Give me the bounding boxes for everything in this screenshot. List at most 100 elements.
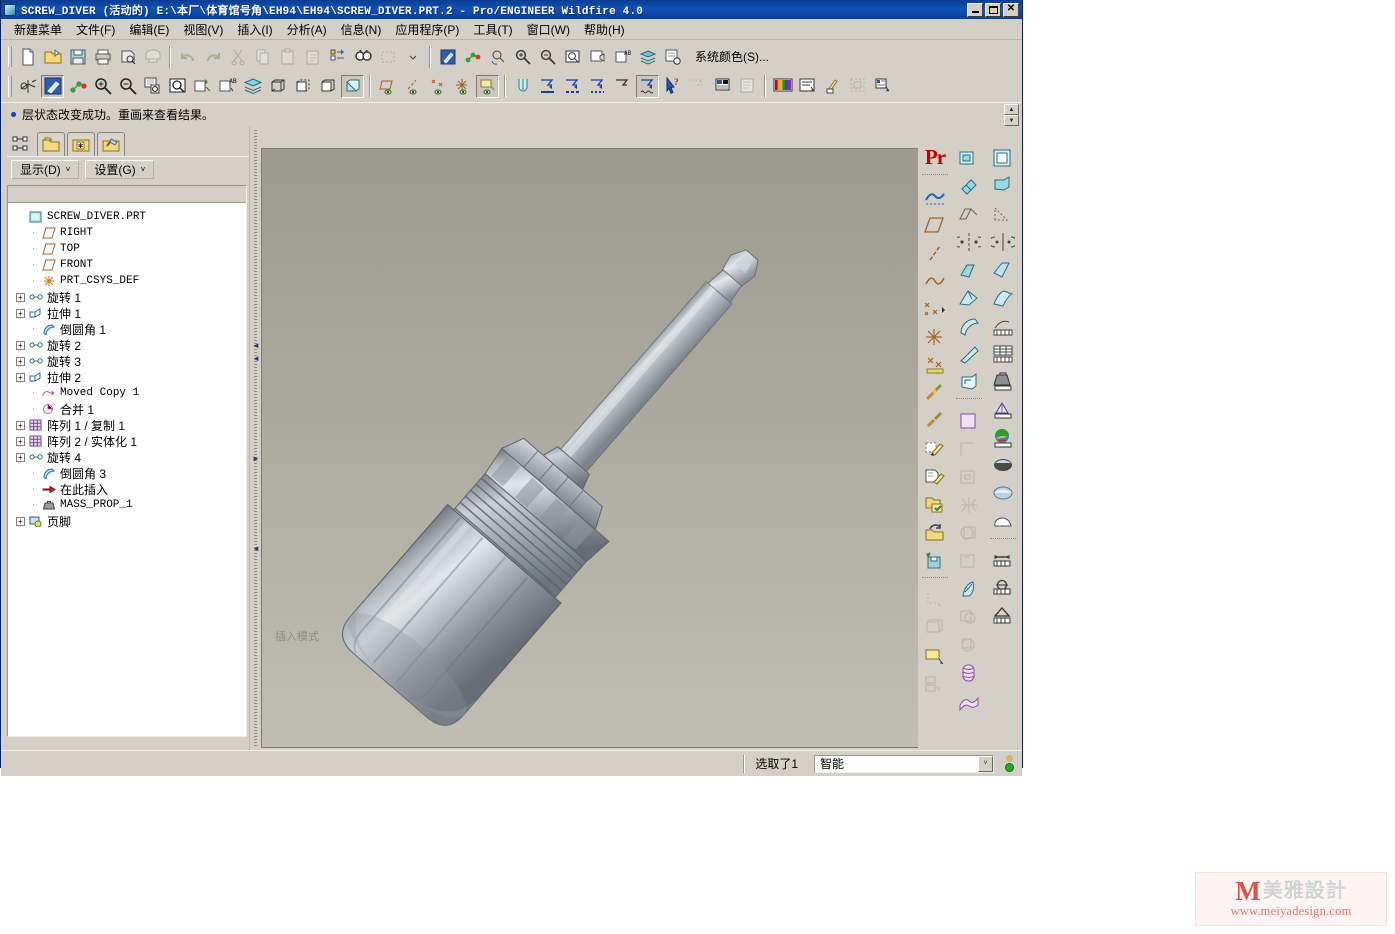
hole-icon[interactable] <box>990 144 1017 171</box>
datum-point-icon[interactable] <box>922 295 949 322</box>
swept-blend-icon[interactable] <box>956 284 983 311</box>
tree-item-extrude-1[interactable]: + 拉伸 1 <box>16 305 246 321</box>
paint-edit-icon[interactable] <box>922 435 949 462</box>
zoom-in-icon[interactable] <box>511 45 534 68</box>
pattern-icon[interactable] <box>956 491 983 518</box>
corner-icon[interactable] <box>922 586 949 613</box>
tree-item-revolve-2[interactable]: + 旋转 2 <box>16 337 246 353</box>
layer-table-icon[interactable] <box>990 340 1017 367</box>
chevron-down-icon[interactable]: ˅ <box>978 756 993 772</box>
datum-plane-icon[interactable] <box>922 211 949 238</box>
revolve-icon[interactable] <box>956 172 983 199</box>
rib-icon[interactable] <box>956 407 983 434</box>
solidify-icon[interactable] <box>956 463 983 490</box>
tree-item-top[interactable]: · TOP <box>16 241 246 257</box>
tree-item-front[interactable]: · FRONT <box>16 257 246 273</box>
expander[interactable]: + <box>16 293 25 302</box>
variable-section-sweep-icon[interactable] <box>956 687 983 714</box>
tree-item-footer[interactable]: + 页脚 <box>16 513 246 529</box>
trim-icon[interactable] <box>956 547 983 574</box>
datum-point-display-icon[interactable] <box>426 75 449 98</box>
expander[interactable]: + <box>16 517 25 526</box>
shadow-icon[interactable] <box>990 452 1017 479</box>
message-scroll-up[interactable]: ▲ <box>1004 104 1019 115</box>
note-dot-icon[interactable] <box>561 75 584 98</box>
model-tree-list-box[interactable]: SCREW_DIVER.PRT · RIGHT · TOP <box>7 185 247 737</box>
paste-icon[interactable] <box>276 45 299 68</box>
tree-item-revolve-3[interactable]: + 旋转 3 <box>16 353 246 369</box>
connections-tab[interactable] <box>97 132 125 156</box>
helical-sweep-icon[interactable] <box>956 659 983 686</box>
section-icon[interactable] <box>990 396 1017 423</box>
sweep-icon[interactable] <box>956 200 983 227</box>
expander[interactable]: + <box>16 453 25 462</box>
chamfer-icon[interactable] <box>956 340 983 367</box>
note-dash-icon[interactable] <box>586 75 609 98</box>
tree-item-insert-here[interactable]: · 在此插入 <box>16 481 246 497</box>
menu-insert[interactable]: 插入(I) <box>230 19 279 40</box>
drawing-sheet-icon[interactable] <box>796 75 819 98</box>
expander[interactable]: + <box>16 309 25 318</box>
expander[interactable]: + <box>16 421 25 430</box>
expander[interactable]: + <box>16 437 25 446</box>
tree-item-merge-1[interactable]: · 合并 1 <box>16 401 246 417</box>
link-icon[interactable] <box>922 407 949 434</box>
menu-tools[interactable]: 工具(T) <box>466 19 519 40</box>
menu-file[interactable]: 文件(F) <box>69 19 122 40</box>
paste-special-icon[interactable] <box>301 45 324 68</box>
toolbar-grip[interactable] <box>8 76 12 97</box>
note-plain-icon[interactable] <box>611 75 634 98</box>
print-preview-icon[interactable] <box>116 45 139 68</box>
toolbar-grip[interactable] <box>8 46 12 67</box>
tree-item-extrude-2[interactable]: + 拉伸 2 <box>16 369 246 385</box>
datum-point-offset-icon[interactable] <box>922 323 949 350</box>
refit-icon[interactable] <box>141 75 164 98</box>
expander[interactable]: + <box>16 357 25 366</box>
view-window-icon[interactable] <box>166 75 189 98</box>
selection-filter-dropdown[interactable]: 智能 ˅ <box>814 755 994 773</box>
new-file-icon[interactable] <box>16 45 39 68</box>
model-tree-tab[interactable] <box>7 132 35 156</box>
layers-icon[interactable] <box>636 45 659 68</box>
sheet-edit-icon[interactable] <box>922 463 949 490</box>
annotation-icon[interactable]: AB <box>611 45 634 68</box>
cloud-icon[interactable] <box>990 508 1017 535</box>
tree-item-round-1[interactable]: · 倒圆角 1 <box>16 321 246 337</box>
measure-icon[interactable] <box>922 379 949 406</box>
round-icon[interactable] <box>956 312 983 339</box>
folder-check-icon[interactable] <box>922 491 949 518</box>
tree-item-pattern-2[interactable]: + 阵列 2 / 实体化 1 <box>16 433 246 449</box>
color-bar-icon[interactable] <box>771 75 794 98</box>
annotate-ab-icon[interactable]: AB <box>216 75 239 98</box>
shell-icon[interactable] <box>956 368 983 395</box>
redo-icon[interactable] <box>201 45 224 68</box>
repaint-icon[interactable] <box>436 45 459 68</box>
color-appearance-icon[interactable] <box>990 424 1017 451</box>
draft-icon[interactable] <box>956 435 983 462</box>
tree-item-moved-copy-1[interactable]: · Moved Copy 1 <box>16 385 246 401</box>
datum-point-icon[interactable] <box>66 75 89 98</box>
layers-stack-icon[interactable] <box>241 75 264 98</box>
model-tree-icon[interactable] <box>736 75 759 98</box>
curve-surface-icon[interactable] <box>990 256 1017 283</box>
splitter-grip[interactable] <box>254 130 257 746</box>
folder-refresh-icon[interactable] <box>922 519 949 546</box>
save-copy-icon[interactable] <box>922 547 949 574</box>
surface-tag-icon[interactable] <box>922 642 949 669</box>
shell2-icon[interactable] <box>990 172 1017 199</box>
tree-item-csys[interactable]: · PRT_CSYS_DEF <box>16 273 246 289</box>
merge-icon[interactable] <box>956 575 983 602</box>
undo-icon[interactable] <box>176 45 199 68</box>
view-manager-icon[interactable] <box>586 45 609 68</box>
datum-plane-display-icon[interactable] <box>376 75 399 98</box>
datum-csys-display-icon[interactable] <box>451 75 474 98</box>
tree-item-part[interactable]: SCREW_DIVER.PRT <box>16 209 246 225</box>
tree-item-revolve-4[interactable]: + 旋转 4 <box>16 449 246 465</box>
splitter-arrow-right-2[interactable]: ◄ <box>252 544 260 553</box>
sketch-mode-icon[interactable] <box>511 75 534 98</box>
tree-item-right[interactable]: · RIGHT <box>16 225 246 241</box>
tree-item-pattern-1[interactable]: + 阵列 1 / 复制 1 <box>16 417 246 433</box>
minimize-button[interactable] <box>967 3 983 17</box>
regenerate-icon[interactable] <box>326 45 349 68</box>
dim-table-icon[interactable] <box>990 312 1017 339</box>
